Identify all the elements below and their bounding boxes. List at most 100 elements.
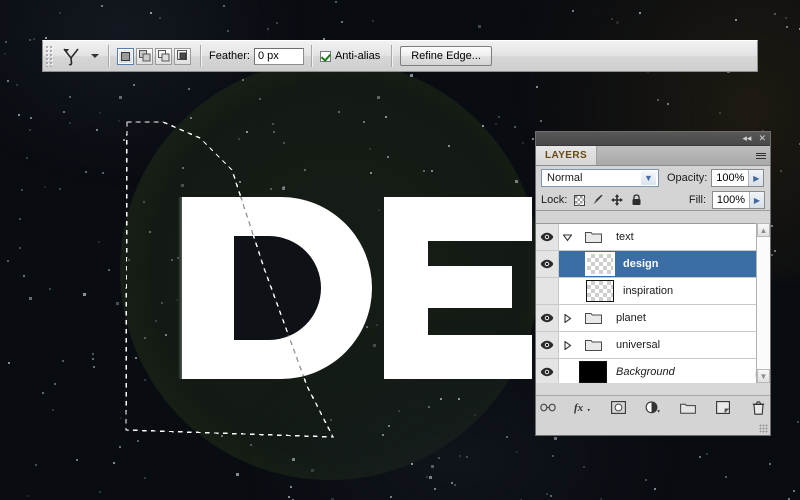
layer-row-inspiration[interactable]: inspiration bbox=[536, 278, 770, 305]
fill-slider-arrow-icon[interactable]: ▶ bbox=[749, 192, 764, 208]
panel-title-bar: ◂◂ ✕ bbox=[536, 132, 770, 146]
layer-row-universal[interactable]: universal bbox=[536, 332, 770, 359]
blend-mode-select[interactable]: Normal ▼ bbox=[541, 169, 659, 187]
opacity-slider-arrow-icon[interactable]: ▶ bbox=[748, 170, 764, 186]
layer-name[interactable]: inspiration bbox=[617, 285, 750, 297]
collapse-to-icons-icon[interactable]: ◂◂ bbox=[742, 134, 751, 143]
feather-label: Feather: bbox=[209, 50, 250, 62]
star bbox=[390, 496, 392, 498]
delete-layer-button[interactable] bbox=[750, 400, 767, 418]
layers-list[interactable]: text design inspiration planet universal Back… bbox=[536, 223, 770, 383]
layer-thumbnail[interactable] bbox=[576, 230, 610, 244]
layer-group-disclosure-triangle[interactable] bbox=[559, 313, 576, 323]
layer-name[interactable]: planet bbox=[610, 312, 750, 324]
star bbox=[242, 79, 244, 81]
scroll-up-icon[interactable]: ▲ bbox=[757, 223, 770, 237]
star bbox=[259, 98, 261, 100]
new-selection-button[interactable] bbox=[117, 47, 134, 65]
layer-thumbnail[interactable] bbox=[576, 311, 610, 325]
layer-thumbnail[interactable] bbox=[583, 252, 617, 276]
anti-alias-checkbox[interactable]: Anti-alias bbox=[319, 50, 384, 62]
layers-scrollbar[interactable]: ▲ ▼ bbox=[756, 223, 770, 383]
star bbox=[181, 184, 184, 187]
star bbox=[431, 465, 434, 468]
canvas-letter-d bbox=[178, 197, 372, 379]
close-icon[interactable]: ✕ bbox=[758, 134, 766, 143]
opacity-field[interactable]: 100% ▶ bbox=[711, 169, 765, 187]
star bbox=[42, 392, 44, 394]
star bbox=[26, 157, 28, 159]
layer-name[interactable]: Background bbox=[610, 366, 750, 378]
layer-group-disclosure-triangle[interactable] bbox=[559, 340, 576, 350]
layer-visibility-toggle[interactable] bbox=[536, 278, 559, 304]
star bbox=[554, 437, 557, 440]
opacity-value: 100% bbox=[716, 172, 745, 184]
layer-thumbnail[interactable] bbox=[583, 280, 617, 302]
layer-group-disclosure-triangle[interactable] bbox=[559, 233, 576, 242]
star bbox=[552, 455, 554, 457]
feather-input[interactable] bbox=[253, 47, 304, 65]
subtract-from-selection-button[interactable] bbox=[155, 47, 172, 65]
star bbox=[774, 13, 776, 15]
layer-visibility-toggle[interactable] bbox=[536, 224, 559, 250]
star bbox=[52, 409, 54, 411]
scroll-down-icon[interactable]: ▼ bbox=[757, 369, 770, 383]
layer-row-background[interactable]: Background bbox=[536, 359, 770, 383]
lock-image-pixels-icon[interactable] bbox=[592, 194, 604, 206]
star bbox=[639, 12, 641, 14]
star bbox=[797, 421, 799, 423]
active-tool-preset-picker[interactable] bbox=[58, 45, 101, 67]
panel-resize-grip[interactable] bbox=[759, 424, 768, 433]
tab-layers[interactable]: LAYERS bbox=[536, 146, 598, 165]
star bbox=[735, 19, 737, 21]
layer-name[interactable]: universal bbox=[610, 339, 750, 351]
intersect-selection-button[interactable] bbox=[174, 47, 191, 65]
layer-style-button[interactable]: fx bbox=[574, 401, 592, 418]
layer-visibility-toggle[interactable] bbox=[536, 305, 559, 331]
lock-all-icon[interactable] bbox=[630, 194, 642, 206]
star bbox=[478, 25, 481, 28]
blend-mode-row: Normal ▼ Opacity: 100% ▶ bbox=[536, 166, 770, 190]
star bbox=[292, 458, 295, 461]
star bbox=[85, 171, 87, 173]
star bbox=[120, 417, 122, 419]
adjustment-layer-button[interactable] bbox=[645, 401, 662, 418]
layer-row-planet[interactable]: planet bbox=[536, 305, 770, 332]
layer-mask-button[interactable] bbox=[610, 401, 627, 418]
layer-visibility-toggle[interactable] bbox=[536, 332, 559, 358]
layer-row-design[interactable]: design bbox=[536, 251, 770, 278]
divider bbox=[200, 45, 202, 67]
layer-thumbnail[interactable] bbox=[576, 338, 610, 352]
new-group-button[interactable] bbox=[680, 401, 697, 418]
divider bbox=[310, 45, 313, 67]
layer-visibility-toggle[interactable] bbox=[536, 251, 559, 277]
star bbox=[182, 167, 184, 169]
star bbox=[330, 419, 332, 421]
layer-visibility-toggle[interactable] bbox=[536, 359, 559, 383]
layer-row-text[interactable]: text bbox=[536, 224, 770, 251]
layer-name[interactable]: design bbox=[617, 258, 750, 270]
star bbox=[440, 398, 442, 400]
star bbox=[8, 362, 10, 364]
lock-position-icon[interactable] bbox=[611, 194, 624, 206]
chevron-down-icon bbox=[91, 54, 99, 58]
layer-name[interactable]: text bbox=[610, 231, 750, 243]
refine-edge-button[interactable]: Refine Edge... bbox=[400, 46, 492, 66]
new-layer-button[interactable] bbox=[715, 401, 732, 418]
link-layers-button[interactable] bbox=[540, 401, 557, 418]
layers-panel: ◂◂ ✕ LAYERS Normal ▼ Opacity: 100% ▶ Loc… bbox=[535, 131, 771, 436]
star bbox=[44, 186, 46, 188]
fill-field[interactable]: 100% ▶ bbox=[712, 191, 765, 209]
star bbox=[63, 111, 65, 113]
star bbox=[282, 187, 285, 190]
star bbox=[645, 479, 647, 481]
scrollbar-track[interactable] bbox=[757, 237, 770, 369]
star bbox=[267, 28, 269, 30]
star bbox=[96, 129, 98, 131]
options-bar-grip[interactable] bbox=[45, 45, 54, 67]
lock-transparent-pixels-icon[interactable] bbox=[573, 194, 585, 206]
blend-mode-value: Normal bbox=[547, 172, 583, 184]
add-to-selection-button[interactable] bbox=[136, 47, 153, 65]
panel-menu-icon[interactable] bbox=[752, 146, 770, 165]
layer-thumbnail[interactable] bbox=[576, 361, 610, 383]
